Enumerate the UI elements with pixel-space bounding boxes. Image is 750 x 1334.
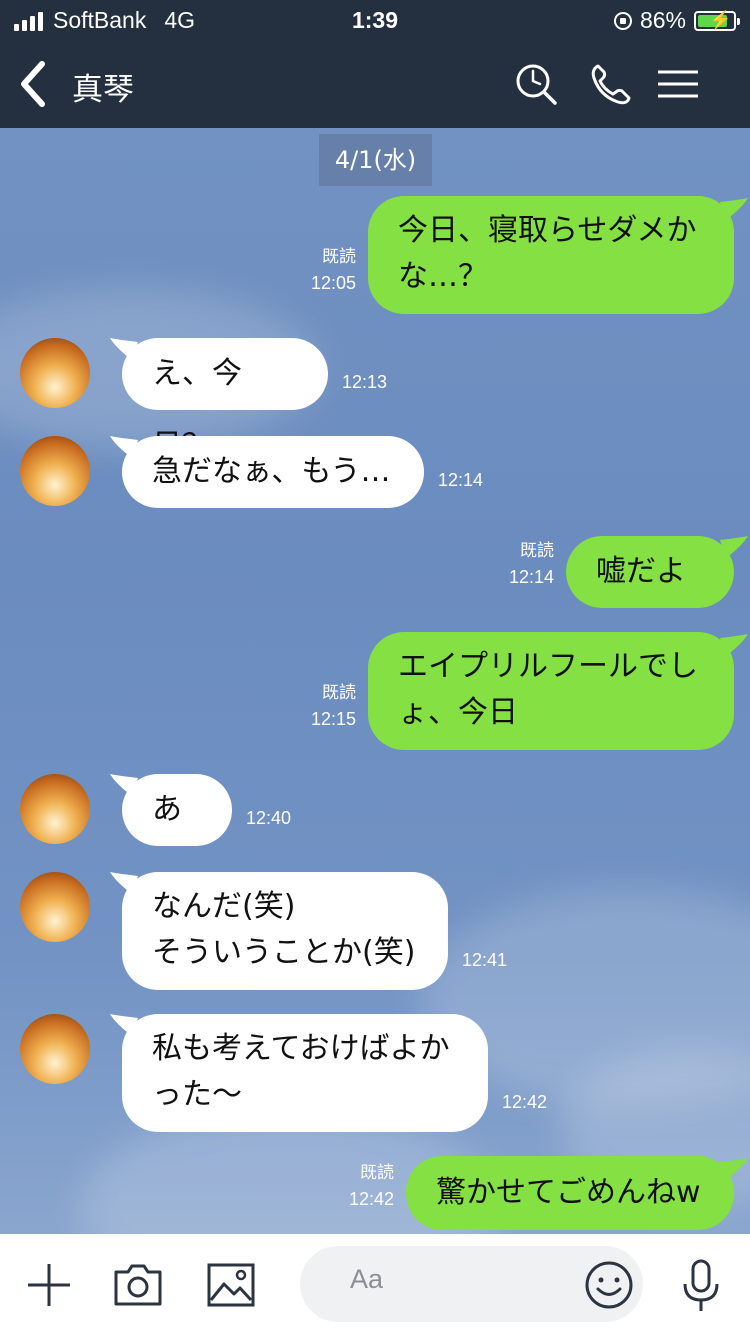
bubble-tail xyxy=(110,872,138,894)
emoji-icon[interactable] xyxy=(584,1260,634,1310)
bubble-tail xyxy=(110,338,138,360)
message-text-line: そういうことか(笑) xyxy=(152,935,416,970)
bubble-tail xyxy=(110,436,138,458)
read-receipt: 既読 xyxy=(520,541,554,560)
message-text-line: ょ、今日 xyxy=(398,695,518,730)
back-chevron-icon[interactable] xyxy=(12,58,56,110)
message-bubble-outgoing[interactable]: 嘘だよw xyxy=(566,536,734,661)
message-meta: 既読 12:14 xyxy=(492,538,554,590)
bubble-tail xyxy=(110,1014,138,1036)
bubble-tail xyxy=(720,1158,748,1180)
phone-icon[interactable] xyxy=(582,56,638,112)
bubble-tail xyxy=(720,536,748,558)
message-input-placeholder: Aa xyxy=(350,1264,384,1294)
battery-icon: ⚡ xyxy=(694,10,740,31)
microphone-icon[interactable] xyxy=(680,1258,722,1314)
camera-icon[interactable] xyxy=(112,1260,164,1308)
message-time: 12:15 xyxy=(310,709,356,729)
status-bar: SoftBank 4G 1:39 86% ⚡ xyxy=(0,0,750,40)
message-time: 12:42 xyxy=(348,1189,394,1209)
avatar[interactable] xyxy=(20,436,90,506)
read-receipt: 既読 xyxy=(322,683,356,702)
chat-title: 真琴 xyxy=(72,72,134,108)
search-icon[interactable] xyxy=(508,56,564,112)
input-bar: Aa xyxy=(0,1234,750,1334)
date-separator: 4/1(水) xyxy=(319,134,432,186)
message-meta: 既読 12:42 xyxy=(334,1160,394,1212)
bubble-tail xyxy=(720,634,748,656)
message-meta: 既読 12:05 xyxy=(296,244,356,296)
message-bubble-incoming[interactable]: 急だなぁ、もう… xyxy=(122,436,424,508)
bubble-tail xyxy=(110,774,138,796)
message-time: 12:41 xyxy=(462,950,508,970)
message-meta: 既読 12:15 xyxy=(296,680,356,732)
message-time: 12:14 xyxy=(438,470,484,490)
message-text-line: 驚かせてごめんねw xyxy=(436,1175,701,1210)
message-time: 12:42 xyxy=(502,1092,548,1112)
message-text-line: 急だなぁ、もう… xyxy=(152,454,391,489)
message-text-line: 私も考えておけばよか xyxy=(152,1031,450,1066)
menu-icon[interactable] xyxy=(650,56,706,112)
bubble-tail xyxy=(720,198,748,220)
message-bubble-incoming[interactable]: あっ xyxy=(122,774,232,899)
avatar[interactable] xyxy=(20,774,90,844)
message-text-line: なんだ(笑) xyxy=(152,889,296,924)
message-bubble-incoming[interactable]: なんだ(笑) そういうことか(笑) xyxy=(122,872,448,990)
read-receipt: 既読 xyxy=(360,1163,394,1182)
message-time: 12:13 xyxy=(342,372,388,392)
message-text-line: な…？ xyxy=(398,259,488,294)
avatar[interactable] xyxy=(20,872,90,942)
message-text-line: 今日、寝取らせダメか xyxy=(398,213,697,248)
message-text-line: った〜 xyxy=(152,1077,242,1112)
message-bubble-outgoing[interactable]: エイプリルフールでし ょ、今日 xyxy=(368,632,734,750)
message-text-line: エイプリルフールでし xyxy=(398,649,698,684)
message-input[interactable]: Aa xyxy=(300,1246,643,1322)
image-icon[interactable] xyxy=(206,1262,256,1308)
plus-icon[interactable] xyxy=(24,1260,74,1310)
avatar[interactable] xyxy=(20,1014,90,1084)
message-time: 12:40 xyxy=(246,808,292,828)
message-time: 12:14 xyxy=(508,567,554,587)
battery-percent: 86% xyxy=(639,7,686,33)
message-bubble-outgoing[interactable]: 今日、寝取らせダメか な…？ xyxy=(368,196,734,314)
chat-area[interactable]: 4/1(水) 既読 12:05 今日、寝取らせダメか な…？ え、今日？ 12:… xyxy=(0,128,750,1234)
message-bubble-incoming[interactable]: 私も考えておけばよか った〜 xyxy=(122,1014,488,1132)
message-bubble-outgoing[interactable]: 驚かせてごめんねw xyxy=(406,1156,734,1230)
rotation-lock-icon xyxy=(613,11,632,30)
avatar[interactable] xyxy=(20,338,90,408)
message-time: 12:05 xyxy=(310,273,356,293)
read-receipt: 既読 xyxy=(322,247,356,266)
message-bubble-incoming[interactable]: え、今日？ xyxy=(122,338,328,463)
chat-header: 真琴 xyxy=(0,40,750,128)
